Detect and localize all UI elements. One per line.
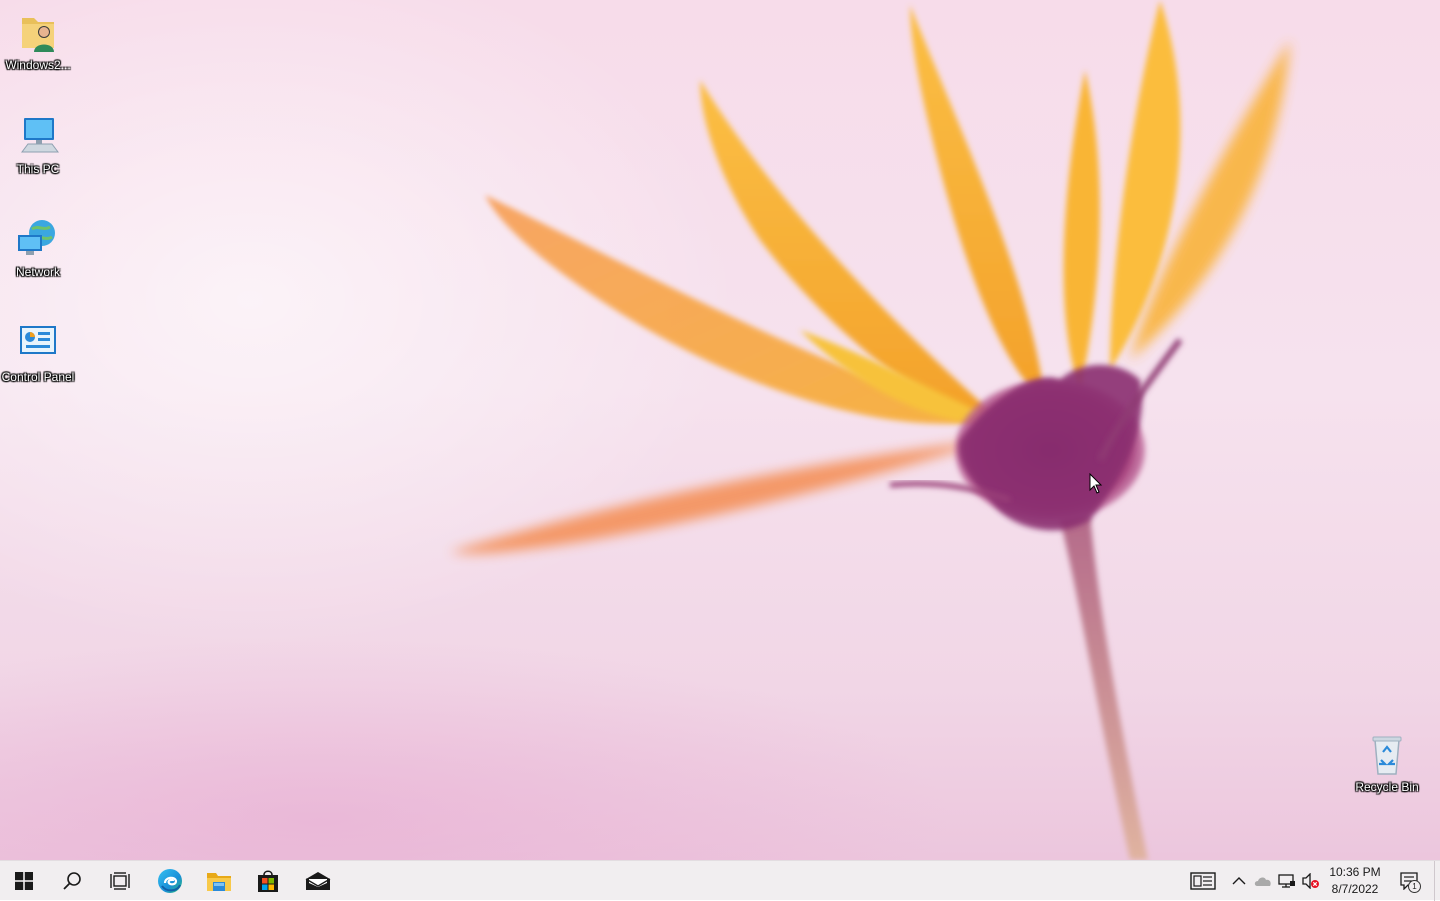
task-view-icon [110, 872, 130, 890]
desktop[interactable]: Windows2... This PC Network Control Pane… [0, 0, 1440, 860]
taskbar: 10:36 PM 8/7/2022 1 [0, 860, 1440, 901]
desktop-icon-control-panel[interactable]: Control Panel [0, 320, 76, 385]
chevron-up-icon [1232, 877, 1246, 885]
start-button[interactable] [0, 861, 48, 901]
desktop-icon-network[interactable]: Network [0, 215, 76, 280]
show-hidden-icons-button[interactable] [1229, 861, 1249, 901]
wallpaper-flower-image [450, 0, 1290, 860]
store-taskbar-button[interactable] [244, 861, 292, 901]
network-status-button[interactable] [1276, 861, 1298, 901]
desktop-icon-label: This PC [16, 162, 60, 176]
news-widget-button[interactable] [1188, 861, 1218, 901]
file-explorer-icon [207, 873, 231, 891]
search-icon [63, 872, 81, 890]
control-panel-icon [20, 326, 56, 354]
windows-start-icon [15, 872, 33, 890]
network-status-icon [1278, 874, 1295, 888]
onedrive-cloud-icon [1254, 877, 1271, 886]
mouse-cursor-icon [1089, 473, 1103, 494]
desktop-icon-label: Network [15, 265, 60, 279]
show-desktop-button[interactable] [1434, 861, 1440, 901]
recycle-bin-icon [1372, 736, 1402, 775]
desktop-icon-label: Windows2... [5, 58, 71, 72]
store-icon [258, 870, 278, 892]
desktop-icon-this-pc[interactable]: This PC [0, 112, 76, 177]
desktop-icon-label: Recycle Bin [1355, 780, 1419, 794]
edge-icon [158, 869, 182, 893]
clock-date: 8/7/2022 [1331, 882, 1379, 896]
computer-icon [21, 118, 59, 153]
mail-icon [305, 872, 331, 890]
clock-time: 10:36 PM [1329, 865, 1381, 879]
action-center-button[interactable]: 1 [1394, 861, 1424, 901]
search-button[interactable] [48, 861, 96, 901]
desktop-icon-label: Control Panel [1, 370, 75, 384]
task-view-button[interactable] [96, 861, 144, 901]
user-folder-icon [22, 18, 54, 52]
mail-taskbar-button[interactable] [294, 861, 342, 901]
edge-taskbar-button[interactable] [146, 861, 194, 901]
file-explorer-taskbar-button[interactable] [195, 861, 243, 901]
desktop-icon-recycle-bin[interactable]: Recycle Bin [1349, 730, 1425, 795]
onedrive-tray-button[interactable] [1252, 861, 1274, 901]
taskbar-clock[interactable]: 10:36 PM 8/7/2022 [1322, 861, 1388, 901]
notification-count-badge: 1 [1408, 880, 1421, 893]
volume-muted-icon [1302, 873, 1319, 889]
network-icon [18, 220, 55, 255]
news-widget-icon [1190, 872, 1216, 890]
volume-button[interactable] [1300, 861, 1322, 901]
desktop-icon-user-folder[interactable]: Windows2... [0, 8, 76, 73]
